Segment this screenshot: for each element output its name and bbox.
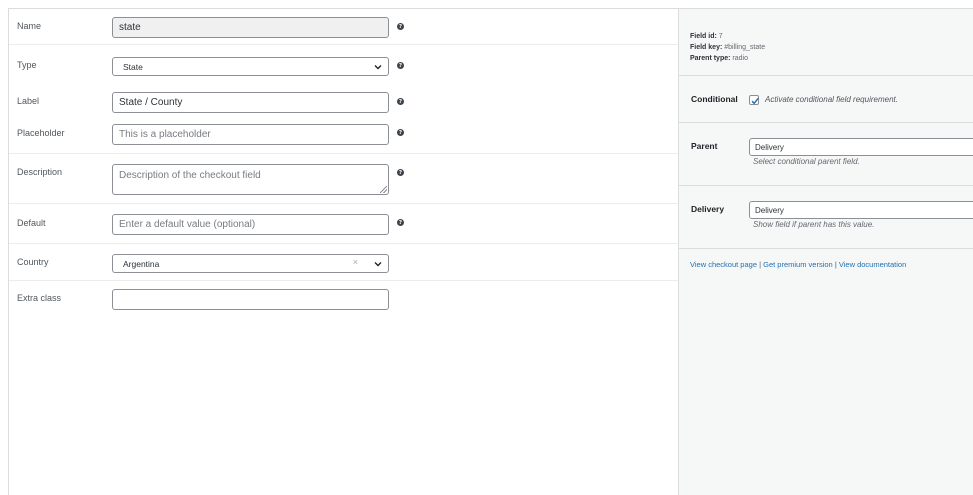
delivery-label: Delivery bbox=[691, 204, 725, 214]
field-id: Field id: 7 bbox=[690, 33, 723, 40]
row-type: Type State ? bbox=[9, 45, 678, 83]
country-select[interactable]: Argentina × bbox=[112, 254, 389, 273]
description-label: Description bbox=[17, 167, 63, 177]
divider bbox=[679, 185, 973, 186]
divider bbox=[679, 122, 973, 123]
row-country: Country Argentina × bbox=[9, 244, 678, 281]
row-default: Default Enter a default value (optional)… bbox=[9, 204, 678, 244]
country-select-value: Argentina bbox=[123, 258, 160, 269]
type-label: Type bbox=[17, 60, 37, 70]
premium-link[interactable]: Get premium version bbox=[763, 260, 833, 269]
label-field[interactable]: State / County bbox=[112, 92, 389, 113]
label-label: Label bbox=[17, 96, 40, 106]
field-id-label: Field id: bbox=[690, 33, 717, 40]
name-field[interactable]: state bbox=[112, 17, 389, 38]
default-label: Default bbox=[17, 218, 46, 228]
chevron-down-icon bbox=[374, 65, 382, 70]
parent-hint: Select conditional parent field. bbox=[753, 157, 860, 166]
footer-links: View checkout page | Get premium version… bbox=[690, 260, 906, 269]
clear-icon[interactable]: × bbox=[353, 257, 358, 267]
placeholder-label: Placeholder bbox=[17, 128, 65, 138]
help-icon[interactable]: ? bbox=[397, 219, 404, 226]
documentation-link[interactable]: View documentation bbox=[839, 260, 906, 269]
country-label: Country bbox=[17, 257, 49, 267]
field-id-value: 7 bbox=[718, 33, 723, 40]
type-select-value: State bbox=[123, 61, 143, 72]
extra-class-field[interactable] bbox=[112, 289, 389, 310]
field-key-label: Field key: bbox=[690, 44, 723, 51]
help-icon[interactable]: ? bbox=[397, 62, 404, 69]
row-description: Description Description of the checkout … bbox=[9, 154, 678, 204]
extra-class-label: Extra class bbox=[17, 293, 62, 303]
description-field[interactable]: Description of the checkout field bbox=[112, 164, 389, 195]
conditional-label: Conditional bbox=[691, 94, 738, 104]
divider bbox=[679, 75, 973, 76]
placeholder-field[interactable]: This is a placeholder bbox=[112, 124, 389, 145]
parent-type-value: radio bbox=[732, 55, 748, 62]
row-placeholder: Placeholder This is a placeholder ? bbox=[9, 120, 678, 154]
default-field[interactable]: Enter a default value (optional) bbox=[112, 214, 389, 235]
row-label: Label State / County ? bbox=[9, 83, 678, 120]
name-label: Name bbox=[17, 21, 42, 31]
divider bbox=[679, 248, 973, 249]
sidebar: Field id: 7 Field key: #billing_state Pa… bbox=[678, 9, 973, 495]
help-icon[interactable]: ? bbox=[397, 169, 404, 176]
description-placeholder: Description of the checkout field bbox=[119, 170, 261, 181]
conditional-checkbox[interactable] bbox=[749, 95, 759, 105]
conditional-text: Activate conditional field requirement. bbox=[765, 95, 898, 104]
checkmark-icon bbox=[751, 97, 759, 105]
help-icon[interactable]: ? bbox=[397, 98, 404, 105]
field-settings-form: Name state ? Type State ? Label State / … bbox=[9, 9, 678, 495]
field-key: Field key: #billing_state bbox=[690, 44, 765, 51]
parent-select[interactable]: Delivery bbox=[749, 138, 973, 156]
row-extra-class: Extra class bbox=[9, 281, 678, 321]
chevron-down-icon bbox=[374, 262, 382, 267]
field-key-value: #billing_state bbox=[724, 44, 766, 51]
resize-handle-icon[interactable] bbox=[380, 186, 387, 193]
row-name: Name state ? bbox=[9, 9, 678, 45]
parent-type-label: Parent type: bbox=[690, 55, 731, 62]
delivery-field[interactable]: Delivery bbox=[749, 201, 973, 219]
delivery-hint: Show field if parent has this value. bbox=[753, 220, 875, 229]
type-select[interactable]: State bbox=[112, 57, 389, 76]
parent-label: Parent bbox=[691, 141, 718, 151]
help-icon[interactable]: ? bbox=[397, 129, 404, 136]
view-checkout-link[interactable]: View checkout page bbox=[690, 260, 757, 269]
help-icon[interactable]: ? bbox=[397, 23, 404, 30]
parent-type: Parent type: radio bbox=[690, 55, 748, 62]
